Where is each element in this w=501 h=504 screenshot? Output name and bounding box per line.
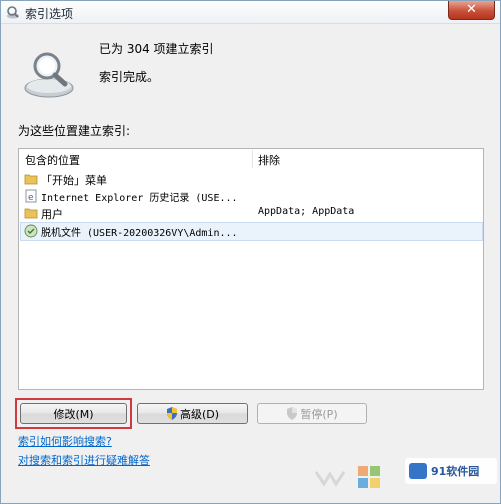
location-name: Internet Explorer 历史记录 (USE... xyxy=(41,193,238,204)
ie-history-icon: e xyxy=(25,189,37,203)
title-bar[interactable]: 索引选项 ✕ xyxy=(1,1,500,24)
indexed-locations-list[interactable]: 包含的位置 排除 「开始」菜单 e Internet Explorer 历史记录… xyxy=(18,148,484,390)
location-excluded: AppData; AppData xyxy=(258,206,355,217)
window-title: 索引选项 xyxy=(25,7,74,21)
indexing-magnifier-icon xyxy=(24,52,74,98)
watermark-site-badge: 91软件园 xyxy=(405,458,497,484)
column-divider[interactable] xyxy=(252,150,253,168)
location-name: 「开始」菜单 xyxy=(41,174,107,187)
close-button[interactable]: ✕ xyxy=(448,1,495,20)
table-row[interactable]: 脱机文件 (USER-20200326VY\Admin... xyxy=(20,222,483,241)
column-header-included[interactable]: 包含的位置 xyxy=(25,152,80,168)
column-header-excluded[interactable]: 排除 xyxy=(258,152,280,168)
table-row[interactable]: 用户 AppData; AppData xyxy=(21,205,481,222)
how-indexing-affects-search-link[interactable]: 索引如何影响搜索? xyxy=(18,433,112,449)
offline-files-icon xyxy=(24,224,38,238)
svg-text:e: e xyxy=(28,193,34,203)
indexing-options-window: 索引选项 ✕ 已为 304 项建立索引 索引完成。 为这些位置建立索引: 包含的… xyxy=(0,0,501,504)
advanced-button-label: 高级(D) xyxy=(179,408,220,421)
table-row[interactable]: e Internet Explorer 历史记录 (USE... xyxy=(21,188,481,205)
indexing-options-icon xyxy=(7,6,19,19)
uac-shield-icon xyxy=(166,407,177,420)
advanced-button[interactable]: 高级(D) xyxy=(137,403,248,424)
uac-shield-icon xyxy=(287,407,298,420)
list-header: 包含的位置 排除 xyxy=(19,149,483,169)
indexing-status-text: 索引完成。 xyxy=(99,70,160,84)
location-name: 用户 xyxy=(41,208,63,221)
locations-label: 为这些位置建立索引: xyxy=(18,124,131,138)
watermark-site-name: 91软件园 xyxy=(431,465,480,478)
site-logo-icon xyxy=(409,463,427,479)
folder-icon xyxy=(24,208,38,219)
folder-icon xyxy=(24,174,38,185)
location-name: 脱机文件 (USER-20200326VY\Admin... xyxy=(41,228,238,239)
pause-button-label: 暂停(P) xyxy=(300,408,338,421)
troubleshoot-search-link[interactable]: 对搜索和索引进行疑难解答 xyxy=(18,452,150,468)
pause-button[interactable]: 暂停(P) xyxy=(257,403,367,424)
highlight-annotation xyxy=(15,398,132,429)
table-row[interactable]: 「开始」菜单 xyxy=(21,171,481,188)
indexed-count-text: 已为 304 项建立索引 xyxy=(99,42,214,56)
